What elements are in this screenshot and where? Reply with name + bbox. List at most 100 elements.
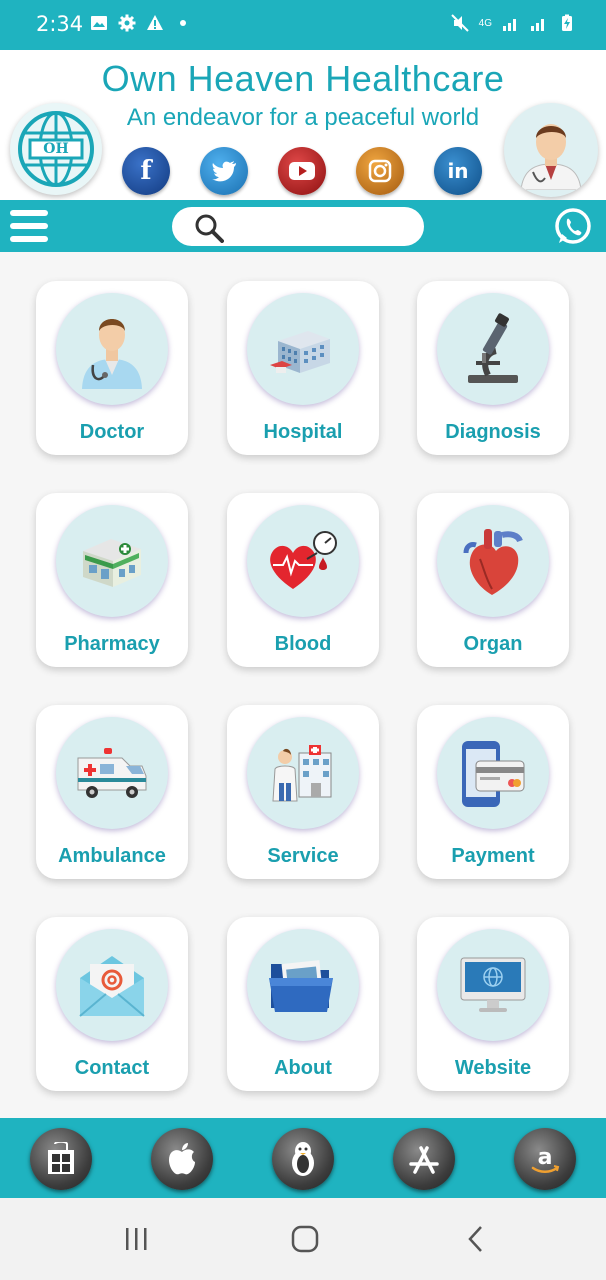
app-title: Own Heaven Healthcare — [101, 58, 505, 99]
monitor-icon-circle — [437, 929, 549, 1041]
hospital-icon — [270, 331, 330, 373]
twitter-icon — [212, 161, 236, 182]
grid-item-label: About — [274, 1057, 332, 1079]
svg-text:a: a — [538, 1145, 553, 1170]
grid-item-diagnosis[interactable]: Diagnosis — [417, 281, 569, 455]
network-type: 4G — [478, 17, 492, 29]
blood-icon — [270, 531, 337, 589]
amazon-store-button[interactable]: a — [514, 1128, 576, 1190]
linkedin-button[interactable]: in — [434, 147, 482, 195]
recent-apps-icon — [126, 1228, 147, 1250]
warning-icon — [147, 15, 163, 30]
blood-icon-circle — [247, 505, 359, 617]
heart-organ-icon — [463, 529, 523, 595]
back-button[interactable] — [456, 1224, 496, 1254]
pharmacy-icon-circle — [56, 505, 168, 617]
payment-icon-circle — [437, 717, 549, 829]
linux-icon — [292, 1142, 314, 1176]
grid-item-doctor[interactable]: Doctor — [36, 281, 188, 455]
amazon-icon: a — [531, 1145, 560, 1173]
apple-icon — [169, 1143, 195, 1175]
monitor-icon — [460, 957, 526, 1012]
settings-icon — [118, 14, 136, 32]
search-bar[interactable] — [172, 207, 424, 246]
instagram-icon — [368, 159, 392, 183]
service-icon — [272, 745, 332, 802]
home-button[interactable] — [285, 1224, 325, 1254]
grid-item-hospital[interactable]: Hospital — [227, 281, 379, 455]
grid-item-label: Pharmacy — [64, 633, 160, 655]
grid-item-label: Contact — [74, 1057, 150, 1079]
logo-text: OH — [43, 141, 69, 157]
grid-item-label: Organ — [463, 633, 523, 655]
payment-icon — [462, 741, 525, 807]
grid-item-label: Website — [454, 1057, 532, 1079]
app-store-bar: a — [0, 1118, 606, 1198]
back-icon — [468, 1226, 482, 1252]
linux-store-button[interactable] — [272, 1128, 334, 1190]
facebook-button[interactable]: f — [122, 147, 170, 195]
hamburger-icon-line — [10, 236, 48, 242]
gallery-icon — [91, 16, 107, 30]
folder-icon-circle — [247, 929, 359, 1041]
youtube-button[interactable] — [278, 147, 326, 195]
grid-item-blood[interactable]: Blood — [227, 493, 379, 667]
grid-item-label: Service — [267, 845, 339, 867]
toolbar — [0, 200, 606, 252]
apple-store-button[interactable] — [151, 1128, 213, 1190]
grid-item-contact[interactable]: Contact — [36, 917, 188, 1091]
dot-icon — [180, 20, 186, 26]
ambulance-icon — [77, 748, 147, 798]
search-input[interactable] — [232, 213, 412, 240]
app-logo[interactable]: OH — [10, 103, 102, 195]
app-store-button[interactable] — [393, 1128, 455, 1190]
mail-icon — [79, 956, 145, 1017]
recent-apps-button[interactable] — [116, 1224, 156, 1254]
linkedin-icon: in — [447, 159, 469, 183]
grid-item-ambulance[interactable]: Ambulance — [36, 705, 188, 879]
folder-icon — [269, 960, 333, 1012]
facebook-icon: f — [140, 156, 152, 186]
microscope-icon — [468, 313, 518, 383]
windows-icon — [48, 1142, 74, 1174]
grid-item-label: Ambulance — [58, 845, 166, 867]
pharmacy-icon — [83, 539, 141, 587]
grid-item-website[interactable]: Website — [417, 917, 569, 1091]
signal-icon — [503, 19, 516, 31]
user-avatar[interactable] — [504, 103, 598, 197]
battery-icon — [562, 14, 572, 31]
grid-item-about[interactable]: About — [227, 917, 379, 1091]
whatsapp-icon[interactable] — [553, 207, 593, 247]
grid-item-label: Hospital — [263, 421, 343, 443]
grid-item-payment[interactable]: Payment — [417, 705, 569, 879]
mute-icon — [450, 14, 469, 32]
system-nav-bar — [0, 1198, 606, 1280]
grid-item-label: Payment — [451, 845, 535, 867]
heart-organ-icon-circle — [437, 505, 549, 617]
hospital-icon-circle — [247, 293, 359, 405]
signal-icon-2 — [531, 19, 544, 31]
status-bar: 2:34 4G — [0, 0, 606, 50]
grid-item-service[interactable]: Service — [227, 705, 379, 879]
instagram-button[interactable] — [356, 147, 404, 195]
youtube-icon — [289, 162, 315, 180]
menu-button[interactable] — [10, 210, 48, 242]
ambulance-icon-circle — [56, 717, 168, 829]
grid-item-label: Diagnosis — [445, 421, 541, 443]
grid-item-pharmacy[interactable]: Pharmacy — [36, 493, 188, 667]
home-icon — [291, 1225, 319, 1253]
twitter-button[interactable] — [200, 147, 248, 195]
doctor-icon — [82, 319, 142, 389]
app-header: Own Heaven Healthcare An endeavor for a … — [0, 50, 606, 200]
search-icon — [195, 214, 224, 243]
hamburger-icon — [10, 210, 48, 216]
hamburger-icon-line — [10, 223, 48, 229]
status-time: 2:34 — [36, 12, 84, 36]
grid-item-organ[interactable]: Organ — [417, 493, 569, 667]
mail-icon-circle — [56, 929, 168, 1041]
microscope-icon-circle — [437, 293, 549, 405]
doctor-avatar-icon — [520, 124, 582, 190]
doctor-icon-circle — [56, 293, 168, 405]
windows-store-button[interactable] — [30, 1128, 92, 1190]
grid-item-label: Doctor — [79, 421, 145, 443]
